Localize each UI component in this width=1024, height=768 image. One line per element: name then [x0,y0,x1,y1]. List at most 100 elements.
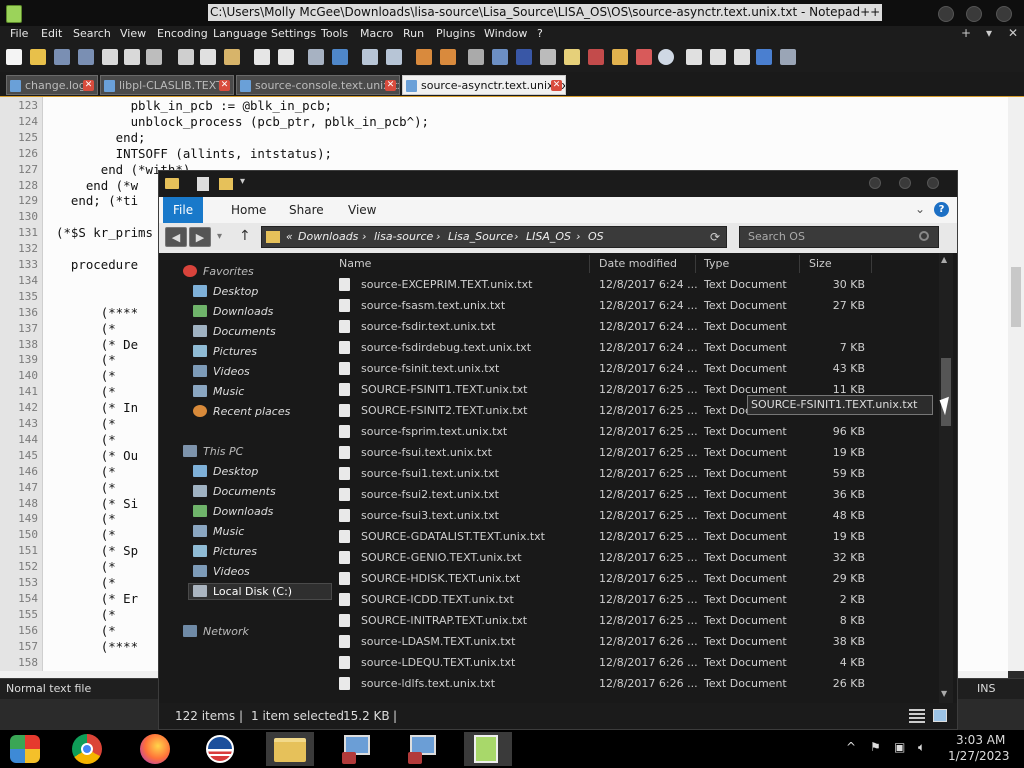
code-line[interactable]: pblk_in_pcb := @blk_in_pcb; [56,98,332,113]
this-pc-header[interactable]: This PC [183,445,243,458]
menu-settings[interactable]: Settings [271,27,316,40]
file-explorer-taskbar-button[interactable] [266,732,314,766]
indent-guide-icon[interactable] [516,49,532,65]
maximize-button[interactable] [966,6,982,22]
replace-icon[interactable] [332,49,348,65]
remote-app-taskbar-button[interactable] [334,732,382,766]
file-row[interactable]: source-fsui2.text.unix.txt 12/8/2017 6:25… [331,485,931,506]
file-row[interactable]: source-LDASM.TEXT.unix.txt 12/8/2017 6:26… [331,632,931,653]
code-line[interactable]: (* Sp [56,543,138,558]
nav-fav-recent-places[interactable]: Recent places [193,405,290,418]
flag-icon[interactable]: ⚑ [870,740,881,754]
column-name[interactable]: Name [339,257,371,270]
monitor-icon[interactable] [636,49,652,65]
file-row[interactable]: source-fsprim.text.unix.txt 12/8/2017 6:2… [331,422,931,443]
print-icon[interactable] [146,49,162,65]
menu-encoding[interactable]: Encoding [157,27,208,40]
code-line[interactable]: end; [56,130,146,145]
tab-list-icon[interactable]: ▾ [986,26,992,40]
nav-fav-videos[interactable]: Videos [193,365,250,378]
column-size[interactable]: Size [809,257,832,270]
quick-access-dropdown-icon[interactable]: ▾ [240,176,245,187]
volume-icon[interactable]: 🔈︎ [918,740,925,755]
nav-fav-pictures[interactable]: Pictures [193,345,257,358]
file-row[interactable]: SOURCE-ICDD.TEXT.unix.txt 12/8/2017 6:25 … [331,590,931,611]
breadcrumb-lisa-source[interactable]: lisa-source [374,230,433,243]
copy-icon[interactable] [200,49,216,65]
code-line[interactable]: (*$S kr_prims [56,225,153,240]
properties-icon[interactable] [197,177,209,191]
tab-libpl-claslib[interactable]: libpl-CLASLIB.TEXT ✕ [100,75,234,95]
menu-edit[interactable]: Edit [41,27,62,40]
zoom-in-icon[interactable] [362,49,378,65]
file-row[interactable]: source-LDEQU.TEXT.unix.txt 12/8/2017 6:26… [331,653,931,674]
nav-fav-downloads[interactable]: Downloads [193,305,273,318]
func-list-icon[interactable] [588,49,604,65]
menu-language[interactable]: Language [213,27,267,40]
folder-workspace-icon[interactable] [612,49,628,65]
nav-fav-music[interactable]: Music [193,385,244,398]
address-bar[interactable]: « Downloads › lisa-source › Lisa_Source … [261,226,727,248]
tab-source-console[interactable]: source-console.text.unix.txt ✕ [236,75,400,95]
chrome-taskbar-button[interactable] [64,732,112,766]
file-row[interactable]: source-fsdir.text.unix.txt 12/8/2017 6:24… [331,317,931,338]
nav-pc-downloads[interactable]: Downloads [193,505,273,518]
column-divider[interactable] [695,255,696,273]
code-line[interactable]: (**** [56,639,138,654]
open-file-icon[interactable] [30,49,46,65]
menu-window[interactable]: Window [484,27,527,40]
menu-macro[interactable]: Macro [360,27,393,40]
close-tab-icon[interactable]: ✕ [219,80,230,91]
record-macro-icon[interactable] [686,49,702,65]
code-line[interactable]: end; (*ti [56,193,138,208]
scrollbar-thumb[interactable] [1011,267,1021,327]
ribbon-tab-file[interactable]: File [163,197,204,223]
cut-icon[interactable] [178,49,194,65]
file-list-scrollbar[interactable]: ▲ ▼ [939,253,953,703]
breadcrumb-downloads[interactable]: Downloads [298,230,358,243]
run-macro-multiple-icon[interactable] [756,49,772,65]
code-line[interactable]: INTSOFF (allints, intstatus); [56,146,332,161]
close-tab-icon[interactable]: ✕ [385,80,396,91]
file-row[interactable]: SOURCE-HDISK.TEXT.unix.txt 12/8/2017 6:25… [331,569,931,590]
code-line[interactable]: (* [56,480,116,495]
firefox-taskbar-button[interactable] [130,732,178,766]
details-view-icon[interactable] [909,709,925,723]
code-line[interactable]: (* [56,607,116,622]
breadcrumb-lisa-os[interactable]: LISA_OS [526,230,571,243]
code-line[interactable]: (* De [56,337,138,352]
code-line[interactable]: (* Si [56,496,138,511]
close-all-icon[interactable] [124,49,140,65]
close-button[interactable] [996,6,1012,22]
file-row[interactable]: source-fsui.text.unix.txt 12/8/2017 6:25 … [331,443,931,464]
code-line[interactable]: (* [56,511,116,526]
search-input[interactable]: Search OS [739,226,939,248]
menu-tools[interactable]: Tools [321,27,348,40]
network-tray-icon[interactable]: ▣ [894,740,905,754]
undo-icon[interactable] [254,49,270,65]
nav-pc-videos[interactable]: Videos [193,565,250,578]
doc-map-icon[interactable] [564,49,580,65]
scroll-down-icon[interactable]: ▼ [941,689,947,698]
redo-icon[interactable] [278,49,294,65]
code-line[interactable]: (* [56,384,116,399]
code-line[interactable]: (* [56,559,116,574]
code-line[interactable]: (* [56,527,116,542]
breadcrumb-separator[interactable]: › [436,230,440,243]
obama-logo-taskbar-button[interactable] [196,732,244,766]
menu-run[interactable]: Run [403,27,424,40]
new-tab-icon[interactable]: + [961,26,971,40]
tab-source-asynctr[interactable]: source-asynctr.text.unix.txt ✕ [402,75,566,95]
code-line[interactable]: (* [56,352,116,367]
zoom-out-icon[interactable] [386,49,402,65]
nav-pc-pictures[interactable]: Pictures [193,545,257,558]
save-macro-icon[interactable] [780,49,796,65]
new-file-icon[interactable] [6,49,22,65]
column-type[interactable]: Type [704,257,729,270]
scrollbar-thumb[interactable] [941,358,951,426]
large-icons-view-icon[interactable] [933,709,947,722]
play-macro-icon[interactable] [734,49,750,65]
save-icon[interactable] [54,49,70,65]
code-line[interactable]: (* [56,575,116,590]
udl-icon[interactable] [540,49,556,65]
